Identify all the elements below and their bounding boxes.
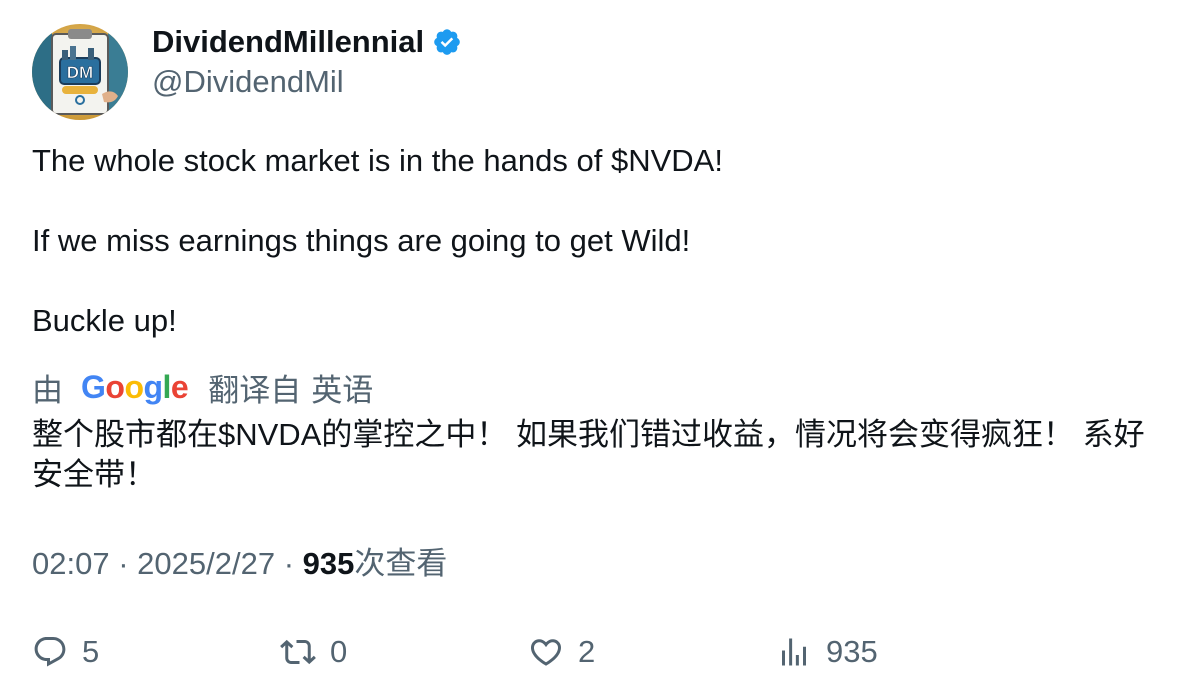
verified-badge-icon	[434, 29, 460, 55]
translation-from-label: 翻译自	[208, 372, 302, 408]
retweet-icon	[280, 639, 316, 665]
author-handle[interactable]: @DividendMil	[152, 62, 344, 102]
avatar-monogram: DM	[67, 63, 93, 82]
views-chart-icon	[782, 638, 806, 666]
tweet-text-line-1: The whole stock market is in the hands o…	[32, 143, 723, 178]
retweet-count: 0	[330, 634, 348, 669]
translation-attribution[interactable]: 由 Google 翻译自 英语	[32, 367, 374, 408]
tweet-views-count: 935	[302, 546, 355, 581]
google-logo: Google	[81, 368, 189, 405]
tweet-meta: 02:07 · 2025/2/27 · 935次查看	[32, 544, 447, 584]
avatar[interactable]: DM	[32, 24, 128, 120]
meta-separator-1: ·	[118, 546, 129, 581]
views-count: 935	[826, 634, 878, 669]
retweet-button[interactable]: 0	[280, 632, 347, 672]
tweet-time[interactable]: 02:07	[32, 546, 110, 581]
tweet-card: DM DividendMillennial @DividendMil The w…	[0, 0, 1196, 698]
like-button[interactable]: 2	[528, 632, 595, 672]
reply-button[interactable]: 5	[32, 632, 99, 672]
translation-by-label: 由	[32, 372, 63, 408]
like-count: 2	[578, 634, 596, 669]
author-name-row[interactable]: DividendMillennial	[152, 22, 462, 62]
tweet-text-line-2: If we miss earnings things are going to …	[32, 223, 691, 258]
views-button[interactable]: 935	[776, 632, 878, 672]
tweet-text-line-3: Buckle up!	[32, 303, 177, 338]
reply-icon	[34, 637, 66, 667]
author-display-name[interactable]: DividendMillennial	[152, 22, 424, 62]
meta-separator-2: ·	[283, 546, 295, 581]
heart-icon	[530, 639, 562, 666]
translated-text: 整个股市都在$NVDA的掌控之中！ 如果我们错过收益，情况将会变得疯狂！ 系好安…	[32, 417, 1145, 492]
translation-language: 英语	[311, 372, 374, 408]
avatar-image: DM	[32, 24, 128, 120]
reply-count: 5	[82, 634, 100, 669]
tweet-views-label: 次查看	[354, 546, 448, 581]
tweet-date[interactable]: 2025/2/27	[137, 546, 275, 581]
